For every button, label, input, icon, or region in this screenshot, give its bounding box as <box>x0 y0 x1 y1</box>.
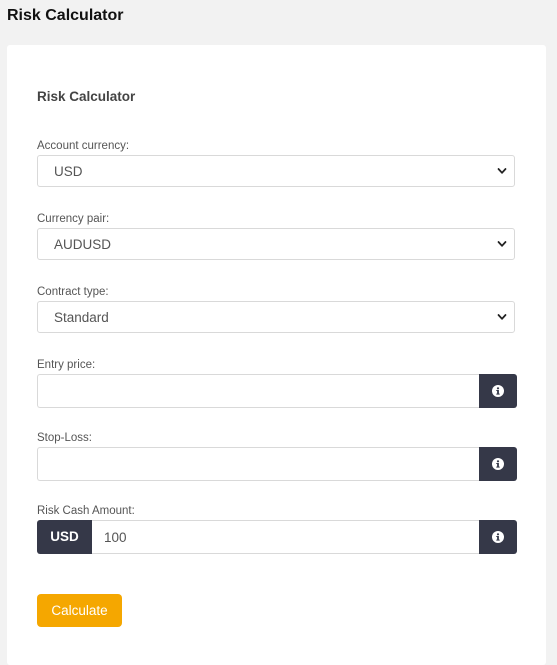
stop-loss-group <box>37 447 517 481</box>
risk-cash-amount-label: Risk Cash Amount: <box>37 505 135 517</box>
account-currency-label: Account currency: <box>37 140 130 152</box>
chevron-down-icon <box>497 168 507 174</box>
entry-price-group <box>37 374 517 408</box>
page-title: Risk Calculator <box>7 7 124 24</box>
risk-cash-amount-input[interactable] <box>92 520 479 554</box>
currency-pair-label: Currency pair: <box>37 213 110 225</box>
risk-cash-amount-info-button[interactable] <box>479 520 517 554</box>
account-currency-value: USD <box>54 164 83 179</box>
stop-loss-label: Stop-Loss: <box>37 432 92 444</box>
risk-currency-prefix: USD <box>37 520 92 554</box>
entry-price-input[interactable] <box>37 374 479 408</box>
stop-loss-input[interactable] <box>37 447 479 481</box>
info-icon <box>492 531 504 543</box>
card-title: Risk Calculator <box>37 89 136 104</box>
calculate-button[interactable]: Calculate <box>37 594 122 627</box>
calculator-card: Risk Calculator Account currency: USD Cu… <box>7 45 546 665</box>
contract-type-select[interactable]: Standard <box>37 301 515 333</box>
contract-type-value: Standard <box>54 310 109 325</box>
entry-price-label: Entry price: <box>37 359 96 371</box>
currency-pair-value: AUDUSD <box>54 237 112 252</box>
account-currency-select[interactable]: USD <box>37 155 515 187</box>
currency-pair-select[interactable]: AUDUSD <box>37 228 515 260</box>
stop-loss-info-button[interactable] <box>479 447 517 481</box>
risk-cash-amount-group: USD <box>37 520 517 554</box>
entry-price-info-button[interactable] <box>479 374 517 408</box>
contract-type-label: Contract type: <box>37 286 109 298</box>
info-icon <box>492 385 504 397</box>
chevron-down-icon <box>497 241 507 247</box>
chevron-down-icon <box>497 314 507 320</box>
info-icon <box>492 458 504 470</box>
